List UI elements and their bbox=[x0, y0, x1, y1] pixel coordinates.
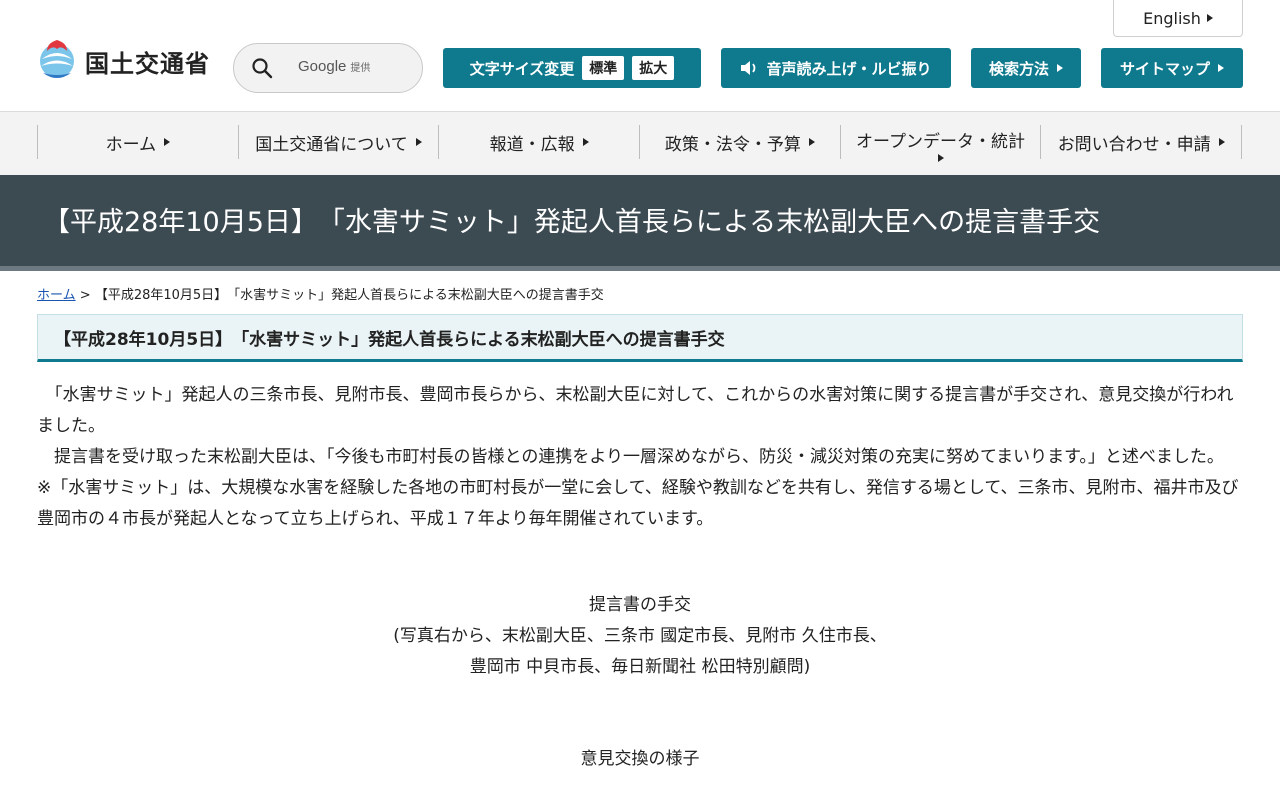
article-paragraph: 提言書を受け取った末松副大臣は、「今後も市町村長の皆様との連携をより一層深めなが… bbox=[37, 447, 1224, 467]
page-title: 【平成28年10月5日】 「水害サミット」発起人首長らによる末松副大臣への提言書… bbox=[43, 207, 1101, 238]
caption-title: 提言書の手交 bbox=[589, 595, 691, 615]
site-header: English 国土交通省 Google 提供 文字サイズ変更 標準 拡大 音声読… bbox=[0, 0, 1280, 112]
text-size-control: 文字サイズ変更 標準 拡大 bbox=[443, 48, 701, 88]
triangle-right-icon bbox=[937, 154, 944, 162]
article-body: 「水害サミット」発起人の三条市長、見附市長、豊岡市長らから、末松副大臣に対して、… bbox=[37, 380, 1243, 535]
article-note: ※「水害サミット」は、大規模な水害を経験した各地の市町村長が一堂に会して、経験や… bbox=[37, 478, 1239, 529]
breadcrumb-home-link[interactable]: ホーム bbox=[37, 288, 76, 303]
text-size-standard-button[interactable]: 標準 bbox=[582, 56, 625, 80]
nav-item-label: 国土交通省について bbox=[255, 134, 408, 155]
nav-item-home[interactable]: ホーム bbox=[37, 125, 238, 159]
nav-item-label: 政策・法令・予算 bbox=[664, 134, 801, 155]
mlit-logo-icon bbox=[40, 40, 74, 78]
global-nav: ホーム 国土交通省について 報道・広報 政策・法令・予算 オープンデータ・統計 … bbox=[0, 112, 1280, 175]
nav-item-about[interactable]: 国土交通省について bbox=[237, 125, 439, 159]
site-logo[interactable]: 国土交通省 bbox=[37, 38, 210, 84]
google-label: Google bbox=[298, 58, 347, 75]
page-title-band: 【平成28年10月5日】 「水害サミット」発起人首長らによる末松副大臣への提言書… bbox=[0, 175, 1280, 271]
english-button[interactable]: English bbox=[1113, 0, 1243, 37]
article-paragraph: 「水害サミット」発起人の三条市長、見附市長、豊岡市長らから、末松副大臣に対して、… bbox=[37, 385, 1234, 436]
search-method-button[interactable]: 検索方法 bbox=[971, 48, 1081, 88]
triangle-right-icon bbox=[582, 138, 589, 146]
triangle-right-icon bbox=[164, 138, 171, 146]
global-nav-list: ホーム 国土交通省について 報道・広報 政策・法令・予算 オープンデータ・統計 … bbox=[37, 125, 1243, 162]
triangle-right-icon bbox=[1218, 138, 1225, 146]
google-suffix: 提供 bbox=[350, 63, 371, 74]
speech-ruby-label: 音声読み上げ・ルビ振り bbox=[766, 59, 932, 78]
nav-item-label: お問い合わせ・申請 bbox=[1057, 134, 1211, 155]
google-search-mark: Google 提供 bbox=[298, 58, 370, 75]
article-heading-box: 【平成28年10月5日】 「水害サミット」発起人首長らによる末松副大臣への提言書… bbox=[37, 314, 1243, 362]
nav-item-label: ホーム bbox=[105, 134, 157, 155]
nav-item-label: 報道・広報 bbox=[489, 134, 575, 155]
search-method-label: 検索方法 bbox=[988, 59, 1049, 78]
text-size-large-button[interactable]: 拡大 bbox=[632, 56, 675, 80]
nav-item-open-data[interactable]: オープンデータ・統計 bbox=[839, 125, 1041, 162]
nav-item-contact[interactable]: お問い合わせ・申請 bbox=[1040, 125, 1243, 159]
photo-caption-discussion: 意見交換の様子 bbox=[37, 744, 1243, 775]
speech-ruby-button[interactable]: 音声読み上げ・ルビ振り bbox=[721, 48, 951, 88]
sitemap-button[interactable]: サイトマップ bbox=[1101, 48, 1243, 88]
triangle-right-icon bbox=[1057, 64, 1063, 72]
search-icon[interactable] bbox=[251, 57, 273, 79]
article-heading: 【平成28年10月5日】 「水害サミット」発起人首長らによる末松副大臣への提言書… bbox=[54, 329, 725, 350]
sitemap-label: サイトマップ bbox=[1119, 59, 1210, 78]
triangle-right-icon bbox=[1206, 14, 1213, 22]
site-search[interactable]: Google 提供 bbox=[233, 43, 423, 93]
photo-caption-handover: 提言書の手交 (写真右から、末松副大臣、三条市 國定市長、見附市 久住市長、 豊… bbox=[37, 590, 1243, 683]
nav-item-policy[interactable]: 政策・法令・予算 bbox=[639, 125, 840, 159]
text-size-label: 文字サイズ変更 bbox=[469, 59, 575, 78]
caption-title: 意見交換の様子 bbox=[580, 749, 700, 769]
triangle-right-icon bbox=[415, 138, 422, 146]
caption-line: (写真右から、末松副大臣、三条市 國定市長、見附市 久住市長、 bbox=[393, 626, 887, 646]
nav-item-label: オープンデータ・統計 bbox=[856, 132, 1026, 152]
logo-text: 国土交通省 bbox=[85, 49, 210, 78]
triangle-right-icon bbox=[808, 138, 815, 146]
caption-line: 豊岡市 中貝市長、毎日新聞社 松田特別顧問) bbox=[469, 657, 811, 677]
nav-item-press[interactable]: 報道・広報 bbox=[438, 125, 639, 159]
english-label: English bbox=[1143, 8, 1201, 28]
breadcrumb-separator: > bbox=[79, 288, 91, 303]
breadcrumb: ホーム > 【平成28年10月5日】 「水害サミット」発起人首長らによる末松副大… bbox=[37, 284, 604, 303]
speaker-icon bbox=[741, 61, 756, 75]
breadcrumb-current: 【平成28年10月5日】 「水害サミット」発起人首長らによる末松副大臣への提言書… bbox=[94, 288, 604, 303]
triangle-right-icon bbox=[1218, 64, 1224, 72]
